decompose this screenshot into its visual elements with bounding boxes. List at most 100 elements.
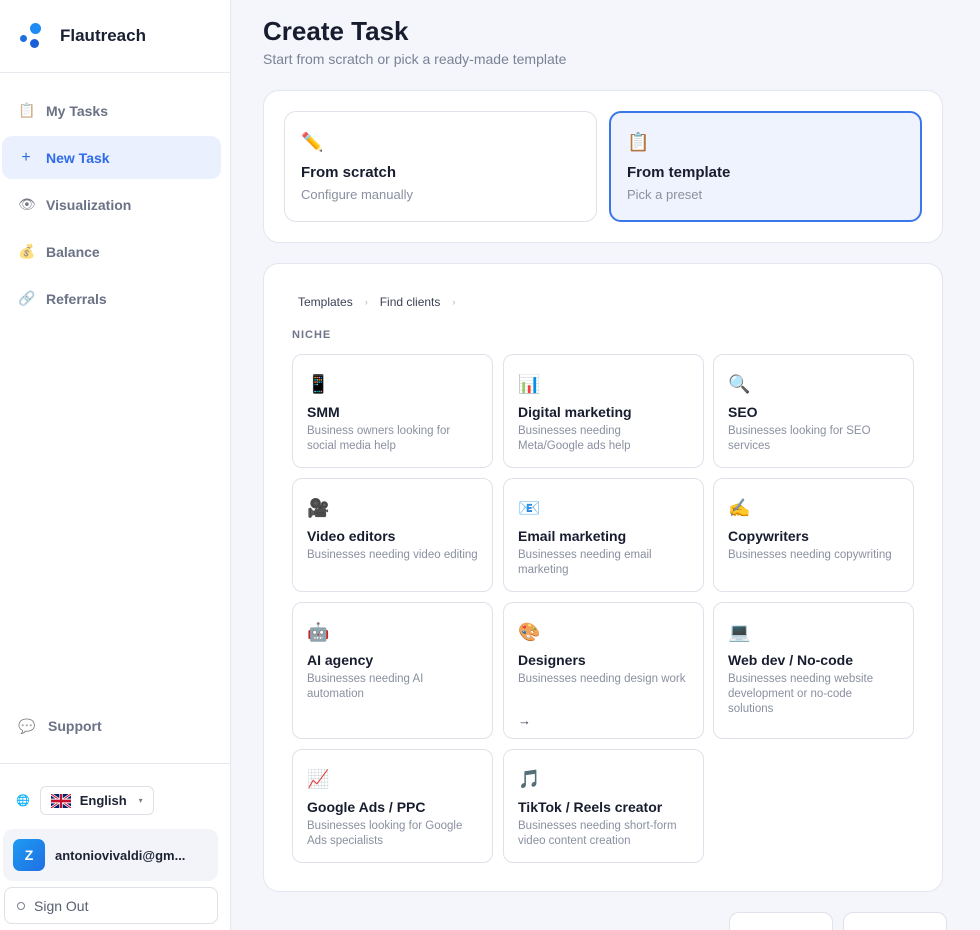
language-selected: English (79, 793, 127, 808)
template-desc: Businesses needing design work (518, 673, 686, 685)
template-title: Video editors (307, 528, 396, 544)
template-tiktok-reels[interactable]: 🎵 TikTok / Reels creator Businesses need… (503, 749, 704, 863)
template-title: Email marketing (518, 528, 627, 544)
uk-flag-icon (50, 793, 71, 808)
brand[interactable]: Flautreach (0, 0, 230, 73)
template-title: Copywriters (728, 528, 809, 544)
brand-name: Flautreach (60, 26, 146, 45)
caret-down-icon: ▾ (138, 796, 143, 805)
page-title: Create Task (263, 16, 409, 46)
brand-logo-icon (20, 23, 44, 49)
template-desc: Businesses needing AI automation (307, 673, 424, 700)
language-select[interactable]: English ▾ (39, 786, 154, 815)
template-digital-marketing[interactable]: 📊 Digital marketing Businesses needing M… (503, 354, 704, 468)
sidebar-item-visualization[interactable]: 👁 Visualization (2, 183, 221, 226)
sidebar-item-label: Balance (46, 243, 100, 260)
template-web-dev[interactable]: 💻 Web dev / No-code Businesses needing w… (713, 602, 914, 739)
template-desc: Businesses needing short-form video cont… (518, 820, 677, 847)
from-template-option[interactable]: 📋 From template Pick a preset (609, 111, 922, 222)
sidebar-item-label: Visualization (46, 196, 132, 213)
template-video-editors[interactable]: 🎥 Video editors Businesses needing video… (292, 478, 493, 592)
sidebar-item-my-tasks[interactable]: 📋 My Tasks (2, 89, 221, 132)
template-seo[interactable]: 🔍 SEO Businesses looking for SEO service… (713, 354, 914, 468)
template-desc: Businesses needing email marketing (518, 549, 652, 576)
template-title: Google Ads / PPC (307, 799, 426, 815)
breadcrumb: Templates › Find clients › (298, 295, 467, 309)
laptop-icon: 💻 (728, 622, 751, 642)
template-title: Digital marketing (518, 404, 632, 420)
user-email: antoniovivaldi@gm... (55, 847, 186, 863)
template-desc: Businesses needing video editing (307, 549, 478, 561)
template-title: SMM (307, 404, 340, 420)
template-title: TikTok / Reels creator (518, 799, 663, 815)
magnifier-icon: 🔍 (728, 374, 751, 394)
sidebar: Flautreach 📋 My Tasks + New Task 👁 Visua… (0, 0, 231, 930)
user-account[interactable]: Z antoniovivaldi@gm... (3, 829, 218, 881)
palette-icon: 🎨 (518, 622, 541, 642)
eye-icon: 👁 (18, 196, 36, 212)
template-desc: Businesses needing Meta/Google ads help (518, 425, 631, 452)
option-subtitle: Pick a preset (627, 187, 703, 202)
avatar: Z (13, 839, 45, 871)
chevron-right-icon: › (452, 297, 456, 307)
sidebar-divider (0, 763, 230, 764)
option-subtitle: Configure manually (301, 187, 414, 202)
music-note-icon: 🎵 (518, 769, 541, 789)
sidebar-item-label: My Tasks (46, 102, 108, 119)
chat-bubble-icon: 💬 (18, 717, 36, 734)
phone-icon: 📱 (307, 374, 330, 394)
sidebar-item-label: New Task (46, 149, 110, 166)
template-title: AI agency (307, 652, 374, 668)
template-designers[interactable]: 🎨 Designers Businesses needing design wo… (503, 602, 704, 739)
sign-out-label: Sign Out (34, 897, 89, 914)
template-google-ads[interactable]: 📈 Google Ads / PPC Businesses looking fo… (292, 749, 493, 863)
breadcrumb-find-clients[interactable]: Find clients (380, 295, 441, 309)
sidebar-item-referrals[interactable]: 🔗 Referrals (2, 277, 221, 320)
template-desc: Businesses looking for Google Ads specia… (307, 820, 463, 847)
sidebar-nav: 📋 My Tasks + New Task 👁 Visualization 💰 … (0, 89, 231, 324)
template-desc: Businesses looking for SEO services (728, 425, 871, 452)
sidebar-item-label: Referrals (46, 290, 107, 307)
breadcrumb-templates[interactable]: Templates (298, 295, 353, 309)
arrow-right-icon: → (518, 713, 531, 728)
power-icon (17, 901, 25, 910)
from-scratch-option[interactable]: ✏️ From scratch Configure manually (284, 111, 597, 222)
back-button[interactable] (729, 912, 833, 930)
template-copywriters[interactable]: ✍️ Copywriters Businesses needing copywr… (713, 478, 914, 592)
mode-selector: ✏️ From scratch Configure manually 📋 Fro… (263, 90, 943, 243)
template-title: SEO (728, 404, 758, 420)
option-title: From template (627, 164, 731, 181)
sign-out-button[interactable]: Sign Out (4, 887, 218, 924)
template-email-marketing[interactable]: 📧 Email marketing Businesses needing ema… (503, 478, 704, 592)
pencil-icon: ✏️ (301, 132, 324, 152)
language-row: 🌐 English ▾ (16, 786, 154, 815)
email-icon: 📧 (518, 498, 541, 518)
template-title: Designers (518, 652, 586, 668)
camera-icon: 🎥 (307, 498, 330, 518)
template-desc: Businesses needing copywriting (728, 549, 892, 561)
link-icon: 🔗 (18, 290, 36, 306)
bar-chart-icon: 📊 (518, 374, 541, 394)
section-label: NICHE (292, 329, 332, 341)
page-subtitle: Start from scratch or pick a ready-made … (263, 51, 567, 67)
template-ai-agency[interactable]: 🤖 AI agency Businesses needing AI automa… (292, 602, 493, 739)
option-title: From scratch (301, 164, 397, 181)
robot-icon: 🤖 (307, 622, 330, 642)
sidebar-item-new-task[interactable]: + New Task (2, 136, 221, 179)
template-smm[interactable]: 📱 SMM Business owners looking for social… (292, 354, 493, 468)
support-link[interactable]: 💬 Support (2, 706, 220, 746)
template-desc: Business owners looking for social media… (307, 425, 451, 452)
template-panel: Templates › Find clients › NICHE 📱 SMM B… (263, 263, 943, 892)
chevron-right-icon: › (364, 297, 368, 307)
clipboard-icon: 📋 (627, 132, 650, 152)
next-button[interactable] (843, 912, 947, 930)
trend-chart-icon: 📈 (307, 769, 330, 789)
template-title: Web dev / No-code (728, 652, 853, 668)
plus-icon: + (21, 148, 31, 166)
money-bag-icon: 💰 (18, 243, 36, 259)
template-desc: Businesses needing website development o… (728, 673, 874, 715)
globe-icon: 🌐 (16, 795, 30, 807)
sidebar-item-balance[interactable]: 💰 Balance (2, 230, 221, 273)
clipboard-icon: 📋 (18, 102, 36, 118)
support-label: Support (48, 718, 102, 734)
